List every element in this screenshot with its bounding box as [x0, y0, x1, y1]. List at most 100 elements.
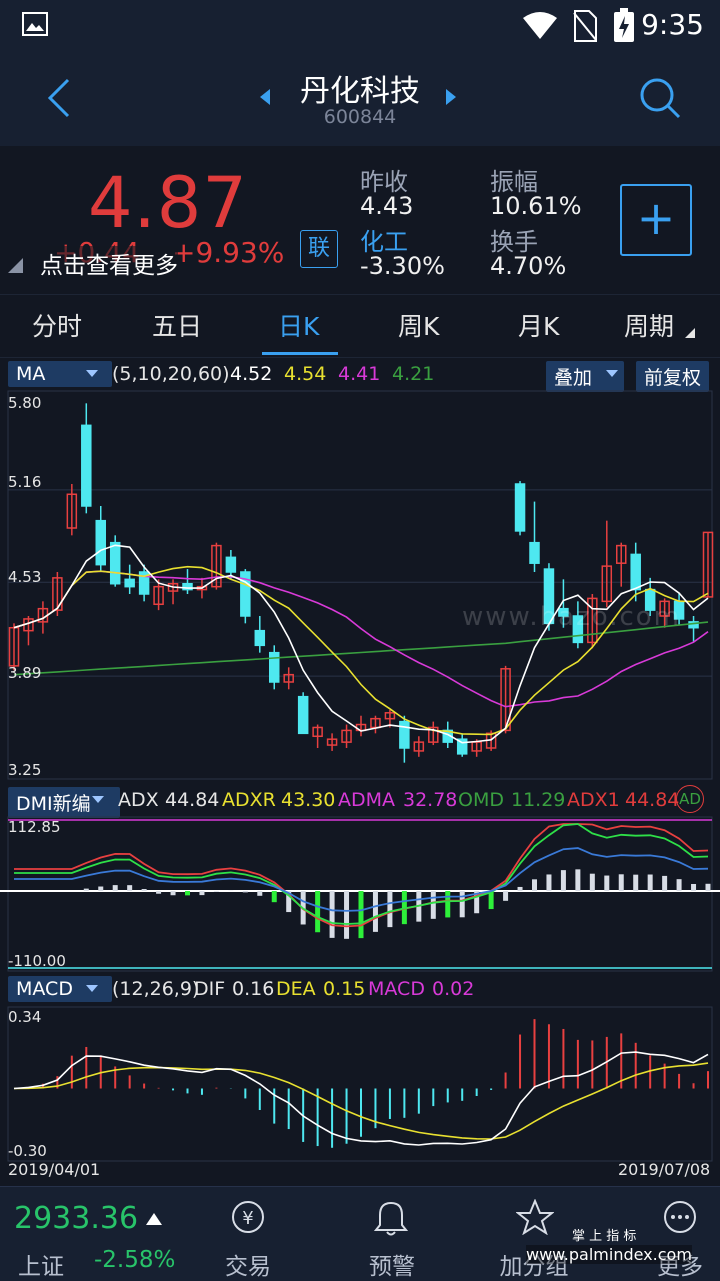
- tab-monthly-k[interactable]: 月K: [518, 307, 559, 343]
- dmi-bar: [315, 891, 320, 932]
- dea-label: DEA: [276, 978, 316, 1000]
- omd-label: OMD: [458, 789, 504, 811]
- price-axis-label: 3.25: [8, 761, 41, 779]
- nav-header: 丹化科技 600844: [0, 52, 720, 147]
- overlay-label: 叠加: [554, 367, 592, 389]
- dmi-bar: [706, 884, 711, 891]
- bell-icon[interactable]: [374, 1199, 408, 1237]
- candle-body: [96, 521, 105, 565]
- macd-label: MACD: [368, 978, 425, 1000]
- expand-corner-icon: [6, 256, 24, 274]
- trade-icon[interactable]: ¥: [230, 1199, 266, 1235]
- ma10-value: 4.54: [284, 363, 326, 385]
- add-watchlist-button[interactable]: +: [620, 184, 692, 256]
- price-axis-label: 4.53: [8, 568, 41, 586]
- candle-body: [82, 425, 91, 506]
- quote-panel[interactable]: 4.87 +0.44 +9.93% 点击查看更多 联 昨收 4.43 化工 -3…: [0, 146, 720, 294]
- adma-label: ADMA: [338, 789, 395, 811]
- star-icon[interactable]: [516, 1199, 554, 1235]
- dmi-bar: [214, 891, 219, 892]
- candle-body: [631, 554, 640, 589]
- macd-value: 0.02: [432, 978, 474, 1000]
- bottom-bar: 2933.36 上证 -2.58% ¥ 交易 预警 加分组 更多 掌 上 指 标…: [0, 1186, 720, 1281]
- chart-area[interactable]: MA (5,10,20,60) 4.52 4.54 4.41 4.21 叠加 前…: [0, 356, 720, 1184]
- macd-chart[interactable]: [0, 1006, 720, 1164]
- period-tabs: 分时 五日 日K 周K 月K 周期: [0, 294, 720, 358]
- prev-close-value: 4.43: [360, 192, 413, 220]
- dmi-bar: [445, 891, 450, 917]
- dmi-bar: [113, 885, 118, 891]
- dmi-bar: [575, 869, 580, 891]
- ad-badge[interactable]: AD: [676, 785, 704, 813]
- end-date: 2019/07/08: [618, 1160, 710, 1179]
- candlestick-chart[interactable]: [0, 390, 720, 782]
- chevron-down-icon: [86, 370, 98, 378]
- brand-name: 掌 上 指 标: [572, 1225, 636, 1244]
- search-icon[interactable]: [638, 76, 682, 120]
- tab-daily-k[interactable]: 日K: [278, 307, 319, 343]
- index-change: -2.58%: [94, 1247, 175, 1273]
- more-icon[interactable]: [662, 1199, 698, 1235]
- candle-body: [255, 631, 264, 646]
- adx-label: ADX: [118, 789, 159, 811]
- price-axis-label: 3.89: [8, 664, 41, 682]
- dmi-chart[interactable]: [0, 816, 720, 974]
- dmi-bar: [272, 891, 277, 902]
- dmi-bar: [171, 891, 176, 895]
- adjust-button[interactable]: 前复权: [636, 361, 709, 392]
- linked-badge[interactable]: 联: [300, 230, 338, 268]
- tab-period[interactable]: 周期: [624, 307, 674, 343]
- dmi-bar: [691, 884, 696, 891]
- macd-top-label: 0.34: [8, 1008, 41, 1026]
- price-axis-label: 5.16: [8, 473, 41, 491]
- adx-value: 44.84: [165, 789, 219, 811]
- trade-button[interactable]: 交易: [198, 1247, 298, 1281]
- clock: 9:35: [641, 8, 704, 41]
- index-value[interactable]: 2933.36: [14, 1201, 138, 1236]
- tab-intraday[interactable]: 分时: [32, 307, 82, 343]
- ma5-value: 4.52: [230, 363, 272, 385]
- last-price: 4.87: [88, 162, 248, 244]
- dmi-bar: [127, 885, 132, 891]
- next-stock-icon[interactable]: [444, 88, 458, 106]
- index-name: 上证: [18, 1247, 64, 1281]
- dmi-bar: [156, 891, 161, 894]
- tab-weekly-k[interactable]: 周K: [398, 307, 439, 343]
- dmi-bar: [460, 891, 465, 917]
- chevron-down-icon: [92, 796, 104, 804]
- wifi-icon: [522, 12, 558, 40]
- dmi-bar: [518, 887, 523, 891]
- dmi-bar: [98, 887, 103, 891]
- ma-params: (5,10,20,60): [112, 363, 230, 385]
- dmi-bar: [359, 891, 364, 938]
- turnover-value: 4.70%: [490, 252, 566, 280]
- dmi-bar: [590, 874, 595, 891]
- dmi-bar: [257, 891, 262, 896]
- dea-value: 0.15: [323, 978, 365, 1000]
- dmi-bar: [243, 891, 248, 892]
- chevron-down-icon: [86, 985, 98, 993]
- status-bar: 9:35: [0, 0, 720, 52]
- price-axis-label: 5.80: [8, 394, 41, 412]
- omd-value: 11.29: [511, 789, 565, 811]
- dmi-bar: [387, 891, 392, 927]
- more-hint[interactable]: 点击查看更多: [40, 246, 178, 280]
- chevron-down-icon: [606, 370, 618, 378]
- ma60-value: 4.21: [392, 363, 434, 385]
- dmi-bar: [619, 874, 624, 891]
- dmi-bar: [199, 891, 204, 895]
- alert-button[interactable]: 预警: [342, 1247, 442, 1281]
- dif-value: 0.16: [232, 978, 274, 1000]
- ma10-line: [14, 567, 708, 735]
- up-arrow-icon: [146, 1213, 162, 1225]
- adx1-value: 44.84: [625, 789, 679, 811]
- dmi-bottom-label: -110.00: [8, 952, 66, 970]
- tab-five-day[interactable]: 五日: [152, 307, 202, 343]
- adx1-label: ADX1: [567, 789, 620, 811]
- dmi-selector-label: DMI新编: [16, 793, 91, 815]
- dmi-bar: [662, 876, 667, 891]
- dmi-bar: [677, 879, 682, 891]
- battery-charging-icon: [612, 8, 636, 44]
- macd-selector-label: MACD: [16, 978, 73, 1000]
- macd-params: (12,26,9): [112, 978, 199, 1000]
